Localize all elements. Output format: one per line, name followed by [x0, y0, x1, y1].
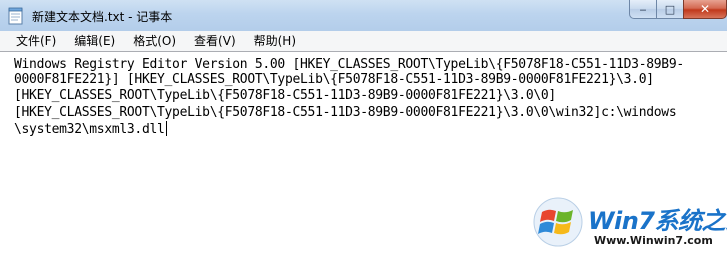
close-icon: ✕ — [699, 2, 711, 16]
title-bar[interactable]: 新建文本文档.txt - 记事本 ‒ □ ✕ — [0, 0, 727, 32]
editor-line: 0000F81FE221}] [HKEY_CLASSES_ROOT\TypeLi… — [14, 72, 654, 87]
notepad-window: 新建文本文档.txt - 记事本 ‒ □ ✕ 文件(F) 编辑(E) 格式(O)… — [0, 0, 727, 257]
watermark-url: Www.Winwin7.com — [594, 234, 713, 247]
window-controls: ‒ □ ✕ — [629, 0, 727, 20]
close-button[interactable]: ✕ — [683, 0, 727, 19]
minimize-icon: ‒ — [639, 2, 647, 16]
editor-line: [HKEY_CLASSES_ROOT\TypeLib\{F5078F18-C55… — [14, 88, 556, 103]
editor-line-last: \system32\msxml3.dll — [14, 121, 167, 138]
menu-file[interactable]: 文件(F) — [10, 31, 62, 51]
menu-edit[interactable]: 编辑(E) — [68, 31, 121, 51]
notepad-app-icon[interactable] — [8, 7, 24, 25]
editor-line: [HKEY_CLASSES_ROOT\TypeLib\{F5078F18-C55… — [14, 105, 677, 120]
minimize-button[interactable]: ‒ — [629, 0, 656, 19]
menu-view[interactable]: 查看(V) — [188, 31, 242, 51]
windows-flag-logo-icon — [533, 197, 583, 247]
maximize-icon: □ — [664, 2, 676, 16]
maximize-button[interactable]: □ — [656, 0, 683, 19]
watermark: Win7系统之家 Www.Winwin7.com — [532, 196, 727, 256]
window-title: 新建文本文档.txt - 记事本 — [32, 10, 173, 24]
menu-bar: 文件(F) 编辑(E) 格式(O) 查看(V) 帮助(H) — [0, 31, 727, 52]
editor-line-text: \system32\msxml3.dll — [14, 122, 165, 137]
menu-help[interactable]: 帮助(H) — [248, 31, 302, 51]
text-caret — [165, 121, 167, 136]
watermark-brand: Win7系统之家 — [588, 207, 727, 235]
menu-format[interactable]: 格式(O) — [127, 31, 182, 51]
